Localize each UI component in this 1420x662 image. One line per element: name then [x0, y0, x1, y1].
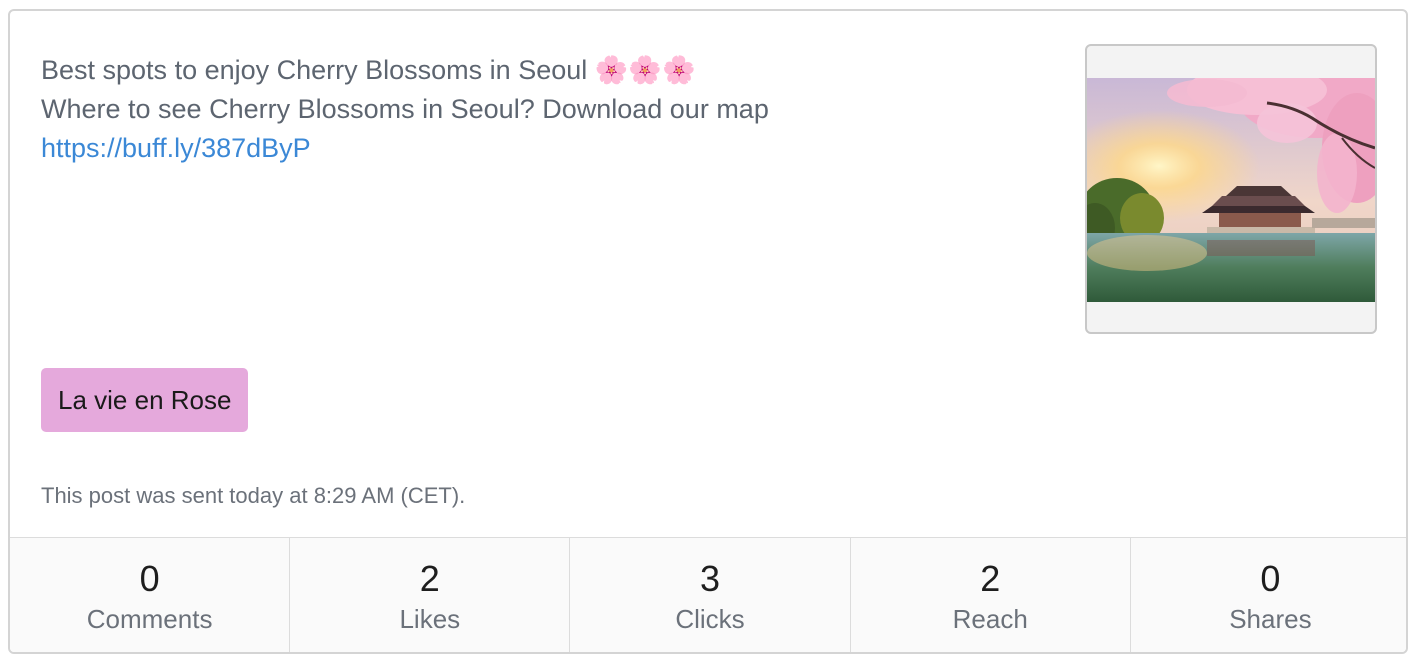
post-image — [1087, 78, 1375, 302]
sent-info-text: This post was sent today at 8:29 AM (CET… — [41, 483, 466, 508]
stat-value: 0 — [1260, 558, 1281, 599]
stat-value: 3 — [699, 558, 721, 599]
stat-reach: 2 Reach — [851, 538, 1131, 652]
stat-comments: 0 Comments — [10, 538, 291, 652]
campaign-tag[interactable]: La vie en Rose — [41, 368, 249, 432]
post-link[interactable]: https://buff.ly/387dByP — [41, 129, 1041, 168]
stat-label: Clicks — [675, 604, 745, 634]
stat-label: Shares — [1229, 604, 1312, 634]
stat-label: Likes — [399, 604, 461, 634]
stats-bar: 0 Comments 2 Likes 3 Clicks 2 Reach 0 Sh… — [10, 537, 1406, 652]
post-body-line: Where to see Cherry Blossoms in Seoul? D… — [41, 94, 769, 124]
stat-label: Comments — [86, 604, 213, 634]
stat-shares: 0 Shares — [1131, 538, 1406, 652]
stat-label: Reach — [952, 604, 1028, 634]
stat-clicks: 3 Clicks — [570, 538, 851, 652]
stat-value: 2 — [419, 558, 440, 599]
stat-likes: 2 Likes — [290, 538, 571, 652]
post-text: Best spots to enjoy Cherry Blossoms in S… — [41, 51, 1041, 168]
post-title-line: Best spots to enjoy Cherry Blossoms in S… — [41, 55, 696, 85]
post-card: Best spots to enjoy Cherry Blossoms in S… — [8, 9, 1408, 654]
stat-value: 2 — [980, 558, 1001, 599]
post-image-thumbnail[interactable] — [1085, 44, 1377, 334]
stat-value: 0 — [139, 558, 160, 599]
